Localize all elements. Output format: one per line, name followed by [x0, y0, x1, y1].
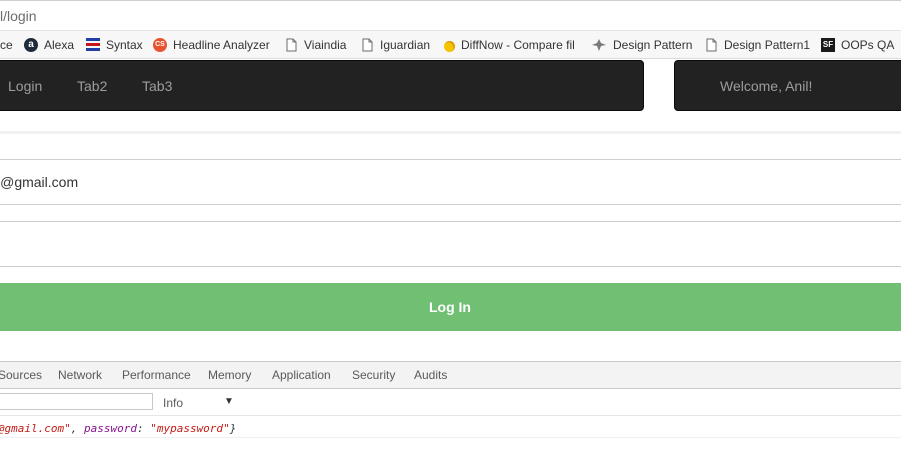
bookmark-label: Syntax	[106, 38, 143, 52]
address-bar[interactable]: l/login	[0, 0, 901, 31]
email-field[interactable]: l@gmail.com	[0, 159, 901, 205]
bookmark-label: Alexa	[44, 38, 75, 52]
bookmark-label: Iguardian	[380, 38, 431, 52]
bookmark-viaindia[interactable]: Viaindia	[284, 37, 346, 53]
bookmark-label: Design Pattern1	[724, 38, 811, 52]
console-colon: :	[136, 422, 151, 435]
log-level-select[interactable]: Info	[163, 396, 183, 410]
devtools-tab-audits[interactable]: Audits	[414, 368, 447, 382]
syntax-icon	[86, 38, 100, 52]
email-value[interactable]: l@gmail.com	[0, 174, 78, 190]
console-close: }	[229, 422, 237, 435]
devtools-tab-application[interactable]: Application	[272, 368, 331, 382]
console-email-fragment: 581@gmail.com	[0, 422, 65, 435]
bookmark-design-pattern[interactable]: Design Pattern	[591, 37, 692, 53]
console-output: 581@gmail.com", password: "mypassword"}	[0, 416, 901, 438]
devtools-tab-memory[interactable]: Memory	[208, 368, 251, 382]
bookmark-syntax[interactable]: Syntax	[86, 37, 143, 53]
devtools-panel: Sources Network Performance Memory Appli…	[0, 361, 901, 473]
devtools-tab-sources[interactable]: Sources	[0, 368, 42, 382]
bookmark-label: DiffNow - Compare fil	[461, 38, 575, 52]
tab-login[interactable]: Login	[8, 78, 42, 94]
login-button[interactable]: Log In	[0, 283, 901, 331]
devtools-tab-network[interactable]: Network	[58, 368, 102, 382]
console-comma: ,	[70, 422, 84, 435]
page-icon	[360, 38, 374, 52]
bookmark-iguardian[interactable]: Iguardian	[360, 37, 430, 53]
url-text[interactable]: l/login	[0, 8, 37, 24]
welcome-text: Welcome, Anil!	[720, 78, 813, 94]
bookmarks-bar: ce a Alexa Syntax CS Headline Analyzer V…	[0, 31, 901, 59]
browser-window: l/login ce a Alexa Syntax CS Headline An…	[0, 0, 901, 473]
devtools-tab-performance[interactable]: Performance	[122, 368, 191, 382]
main-navbar: Login Tab2 Tab3	[0, 60, 644, 111]
headline-analyzer-icon: CS	[153, 38, 167, 52]
bookmark-label: Viaindia	[304, 38, 347, 52]
tab-tab3[interactable]: Tab3	[142, 78, 172, 94]
divider	[0, 131, 901, 134]
chevron-down-icon[interactable]: ▼	[224, 396, 234, 407]
bookmark-design-pattern1[interactable]: Design Pattern1	[704, 37, 810, 53]
devtools-tab-security[interactable]: Security	[352, 368, 395, 382]
bookmark-label: ce	[0, 38, 13, 52]
bookmark-headline-analyzer[interactable]: CS Headline Analyzer	[153, 37, 270, 53]
page-icon	[284, 38, 298, 52]
bookmark-alexa[interactable]: a Alexa	[24, 37, 74, 53]
console-filter-input[interactable]	[0, 393, 153, 410]
alexa-icon: a	[24, 38, 38, 52]
console-key: password	[83, 422, 137, 435]
console-message: 581@gmail.com", password: "mypassword"}	[0, 422, 236, 435]
password-field[interactable]	[0, 221, 901, 267]
sf-icon: SF	[821, 38, 835, 52]
bookmark-label: Design Pattern	[613, 38, 693, 52]
bookmark-label: Headline Analyzer	[173, 38, 270, 52]
bookmark-diffnow[interactable]: DiffNow - Compare fil	[444, 37, 578, 53]
console-toolbar: Info ▼	[0, 389, 901, 416]
design-pattern-icon	[591, 38, 607, 52]
bookmark-label: OOPs QA	[841, 38, 895, 52]
user-navbar: Welcome, Anil!	[674, 60, 901, 111]
console-value: mypassword	[156, 422, 224, 435]
devtools-tab-bar: Sources Network Performance Memory Appli…	[0, 362, 901, 389]
tab-tab2[interactable]: Tab2	[77, 78, 107, 94]
bookmark-item[interactable]: ce	[0, 37, 13, 53]
page-icon	[704, 38, 718, 52]
bookmark-oops-qa[interactable]: SF OOPs QA	[821, 37, 894, 53]
diffnow-icon	[444, 41, 455, 52]
